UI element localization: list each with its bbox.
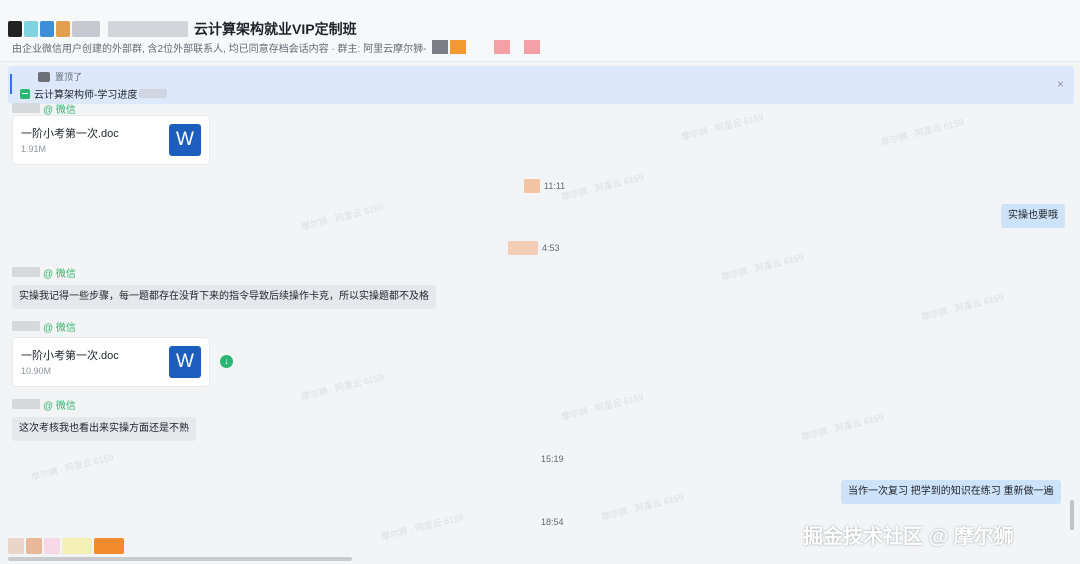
avatar[interactable] — [494, 40, 511, 54]
incoming-message[interactable]: 实操我记得一些步骤，每一题都存在没背下来的指令导致后续操作卡克，所以实操题都不及… — [12, 285, 436, 309]
sheet-doc-icon — [20, 88, 30, 99]
message-sender[interactable]: @ 微信 — [12, 266, 76, 280]
pinned-message-bar[interactable]: 置顶了 云计算架构师-学习进度 × — [8, 66, 1074, 104]
avatar[interactable] — [24, 21, 38, 37]
message-timestamp: 4:53 — [508, 241, 560, 255]
word-doc-icon: W — [169, 346, 201, 378]
avatar[interactable] — [8, 21, 22, 37]
redacted-avatar — [508, 241, 538, 255]
file-size: 10.90M — [21, 366, 52, 376]
close-icon[interactable]: × — [1057, 77, 1064, 91]
file-message[interactable]: 一阶小考第一次.doc 1.91M W — [12, 115, 210, 165]
time-text: 4:53 — [542, 243, 560, 253]
redacted-name — [12, 267, 40, 277]
redacted-name — [12, 321, 40, 331]
incoming-message[interactable]: 这次考核我也看出来实操方面还是不熟 — [12, 417, 196, 441]
vertical-scrollbar[interactable] — [1070, 500, 1074, 530]
site-watermark: 掘金技术社区 @ 摩尔狮 — [803, 526, 1014, 548]
word-doc-icon: W — [169, 124, 201, 156]
wechat-tag: @ 微信 — [43, 268, 76, 280]
avatar[interactable] — [432, 40, 449, 54]
redacted-avatar — [62, 538, 92, 554]
redacted-avatar — [94, 538, 124, 554]
time-text: 18:54 — [541, 517, 564, 527]
avatar[interactable] — [450, 40, 467, 54]
pinned-doc-title: 云计算架构师-学习进度 — [34, 90, 138, 101]
message-timestamp: 11:11 — [524, 179, 565, 193]
outgoing-message[interactable]: 实操也要哦 — [1001, 204, 1065, 228]
avatar[interactable] — [56, 21, 70, 37]
message-timestamp: 15:19 — [541, 454, 564, 464]
group-title[interactable]: 云计算架构就业VIP定制班 — [194, 19, 357, 39]
message-sender[interactable]: @ 微信 — [12, 398, 76, 412]
redacted-avatar — [26, 538, 42, 554]
message-sender[interactable]: @ 微信 — [12, 102, 76, 116]
redacted-name — [108, 21, 188, 37]
pinned-doc-link[interactable]: 云计算架构师-学习进度 — [20, 86, 169, 101]
redacted-avatar — [8, 538, 24, 554]
pinned-accent — [10, 74, 12, 94]
group-description: 由企业微信用户创建的外部群, 含2位外部联系人, 均已同意存档会话内容 · 群主… — [12, 43, 427, 55]
redacted-avatar — [44, 538, 60, 554]
file-name: 一阶小考第一次.doc — [21, 128, 119, 140]
wechat-tag: @ 微信 — [43, 104, 76, 116]
next-sender-preview — [8, 538, 126, 554]
download-icon[interactable]: ↓ — [220, 355, 233, 368]
avatar[interactable] — [524, 40, 541, 54]
time-text: 15:19 — [541, 454, 564, 464]
wechat-tag: @ 微信 — [43, 400, 76, 412]
redacted-name — [12, 103, 40, 113]
time-text: 11:11 — [544, 181, 566, 191]
file-size: 1.91M — [21, 144, 47, 154]
message-timestamp: 18:54 — [541, 517, 564, 527]
redacted-name — [72, 21, 100, 37]
outgoing-message[interactable]: 当作一次复习 把学到的知识在练习 重新做一遍 — [841, 480, 1061, 504]
title-row: 云计算架构就业VIP定制班 — [8, 18, 357, 40]
redacted-name — [12, 399, 40, 409]
avatar[interactable] — [40, 21, 54, 37]
message-sender[interactable]: @ 微信 — [12, 320, 76, 334]
wechat-tag: @ 微信 — [43, 322, 76, 334]
redacted-name — [38, 71, 50, 82]
file-name: 一阶小考第一次.doc — [21, 350, 119, 362]
file-message[interactable]: 一阶小考第一次.doc 10.90M W — [12, 337, 210, 387]
chat-header: 云计算架构就业VIP定制班 由企业微信用户创建的外部群, 含2位外部联系人, 均… — [0, 0, 1080, 62]
subtitle-row: 由企业微信用户创建的外部群, 含2位外部联系人, 均已同意存档会话内容 · 群主… — [12, 40, 541, 55]
redacted-avatar — [524, 179, 540, 193]
pinned-note: 置顶了 — [55, 72, 83, 82]
pinned-by: 置顶了 — [38, 70, 82, 83]
redacted-text — [139, 89, 168, 98]
horizontal-scrollbar[interactable] — [8, 557, 352, 561]
